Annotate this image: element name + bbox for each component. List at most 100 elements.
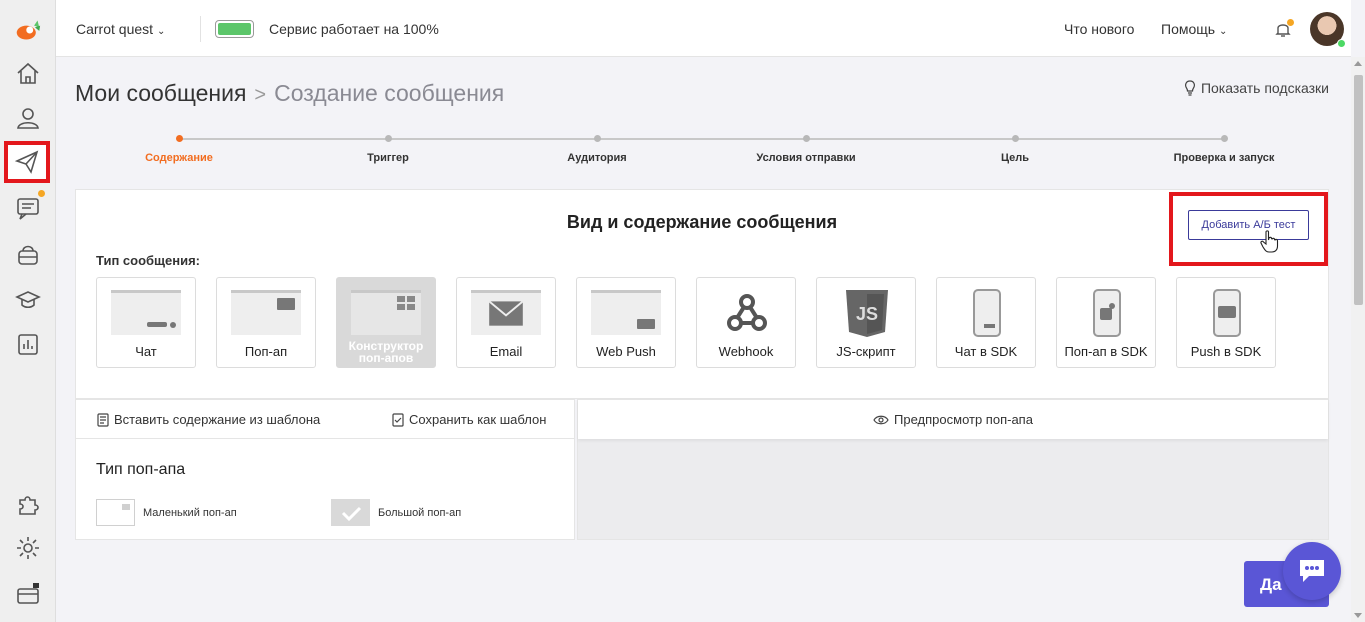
type-webhook[interactable]: Webhook bbox=[696, 277, 796, 368]
scroll-thumb[interactable] bbox=[1354, 75, 1363, 305]
step-audience[interactable]: Аудитория bbox=[567, 152, 626, 164]
integrations-icon[interactable] bbox=[8, 484, 48, 524]
breadcrumb: Мои сообщения > Создание сообщения bbox=[75, 80, 504, 107]
js-icon: JS bbox=[846, 290, 888, 337]
reports-icon[interactable] bbox=[8, 324, 48, 364]
type-sdk-popup-label: Поп-ап в SDK bbox=[1064, 344, 1148, 359]
svg-text:JS: JS bbox=[856, 304, 878, 324]
messages-icon[interactable] bbox=[4, 141, 50, 183]
type-web-push[interactable]: Web Push bbox=[576, 277, 676, 368]
notification-dot bbox=[1287, 19, 1294, 26]
chevron-down-icon: ⌄ bbox=[1218, 26, 1228, 37]
type-popup-builder-label: Конструктор поп-апов bbox=[348, 339, 424, 365]
preview-toggle[interactable]: Предпросмотр поп-апа bbox=[578, 399, 1328, 439]
type-sdk-chat[interactable]: Чат в SDK bbox=[936, 277, 1036, 368]
billing-icon[interactable] bbox=[8, 574, 48, 614]
big-popup-label: Большой поп-ап bbox=[378, 506, 462, 519]
type-popup-builder[interactable]: Конструктор поп-апов bbox=[336, 277, 436, 368]
type-email[interactable]: Email bbox=[456, 277, 556, 368]
top-bar: Carrot quest ⌄ Сервис работает на 100% Ч… bbox=[56, 0, 1351, 57]
support-chat-button[interactable] bbox=[1283, 542, 1341, 600]
type-popup-label: Поп-ап bbox=[244, 344, 288, 359]
message-content-card: Вид и содержание сообщения Добавить А/Б … bbox=[75, 189, 1329, 399]
type-chat-label: Чат bbox=[135, 344, 157, 359]
scroll-down-arrow[interactable] bbox=[1354, 613, 1362, 618]
small-popup-thumbnail bbox=[96, 499, 135, 526]
whats-new-link[interactable]: Что нового bbox=[1064, 21, 1134, 37]
breadcrumb-separator: > bbox=[254, 84, 267, 106]
settings-icon[interactable] bbox=[8, 528, 48, 568]
help-menu[interactable]: Помощь ⌄ bbox=[1161, 21, 1227, 37]
page-scrollbar[interactable] bbox=[1351, 57, 1365, 622]
show-hints-link[interactable]: Показать подсказки bbox=[1183, 80, 1329, 96]
type-js-script[interactable]: JS JS-скрипт bbox=[816, 277, 916, 368]
user-avatar[interactable] bbox=[1310, 12, 1346, 48]
step-goal[interactable]: Цель bbox=[1001, 152, 1029, 164]
save-template-icon bbox=[392, 412, 404, 427]
type-sdk-chat-label: Чат в SDK bbox=[954, 344, 1018, 359]
service-status-icon bbox=[215, 20, 254, 38]
insert-template-button[interactable]: Вставить содержание из шаблона bbox=[96, 412, 320, 427]
save-template-button[interactable]: Сохранить как шаблон bbox=[391, 412, 546, 427]
breadcrumb-my-messages[interactable]: Мои сообщения bbox=[75, 80, 246, 106]
eye-icon bbox=[873, 415, 889, 424]
chat-preview-icon bbox=[111, 290, 181, 335]
save-template-label: Сохранить как шаблон bbox=[409, 412, 547, 427]
webhook-icon bbox=[727, 294, 767, 331]
preview-label: Предпросмотр поп-апа bbox=[894, 412, 1033, 427]
type-web-push-label: Web Push bbox=[596, 344, 656, 359]
type-chat[interactable]: Чат bbox=[96, 277, 196, 368]
insert-template-label: Вставить содержание из шаблона bbox=[114, 412, 321, 427]
email-icon bbox=[471, 290, 541, 335]
type-sdk-push-label: Push в SDK bbox=[1190, 344, 1262, 359]
bot-icon[interactable] bbox=[8, 235, 48, 275]
conversations-icon[interactable] bbox=[8, 188, 48, 228]
popup-builder-icon bbox=[351, 290, 421, 335]
popup-preview-panel: Предпросмотр поп-апа bbox=[577, 399, 1329, 540]
notifications-bell-icon[interactable] bbox=[1273, 19, 1294, 39]
divider bbox=[200, 16, 201, 42]
sdk-chat-icon bbox=[973, 289, 1001, 337]
show-hints-label: Показать подсказки bbox=[1200, 80, 1329, 96]
step-send-conditions[interactable]: Условия отправки bbox=[756, 152, 855, 164]
type-sdk-push[interactable]: Push в SDK bbox=[1176, 277, 1276, 368]
big-popup-thumbnail bbox=[331, 499, 370, 526]
scroll-up-arrow[interactable] bbox=[1354, 61, 1362, 66]
step-content[interactable]: Содержание bbox=[145, 152, 213, 164]
service-status-text: Сервис работает на 100% bbox=[269, 21, 439, 37]
step-dot-review bbox=[1221, 135, 1228, 142]
sdk-push-icon bbox=[1213, 289, 1241, 337]
step-review-launch[interactable]: Проверка и запуск bbox=[1174, 152, 1275, 164]
type-email-label: Email bbox=[489, 344, 523, 359]
users-icon[interactable] bbox=[8, 98, 48, 138]
sidebar bbox=[0, 0, 56, 622]
hand-cursor-icon bbox=[1260, 230, 1279, 253]
message-type-label: Тип сообщения: bbox=[96, 253, 200, 268]
chat-bubble-icon bbox=[1300, 560, 1324, 582]
small-popup-option[interactable]: Маленький поп-ап bbox=[96, 499, 237, 526]
lightbulb-icon bbox=[1184, 80, 1195, 96]
type-popup[interactable]: Поп-ап bbox=[216, 277, 316, 368]
popup-type-title: Тип поп-апа bbox=[96, 461, 186, 478]
big-popup-option[interactable]: Большой поп-ап bbox=[331, 499, 461, 526]
message-type-list: Чат Поп-ап Конструктор поп-апов Email We… bbox=[96, 277, 1276, 368]
add-ab-test-button[interactable]: Добавить А/Б тест bbox=[1188, 210, 1309, 240]
project-selector[interactable]: Carrot quest ⌄ bbox=[76, 21, 165, 37]
breadcrumb-create-message: Создание сообщения bbox=[274, 80, 505, 106]
type-sdk-popup[interactable]: Поп-ап в SDK bbox=[1056, 277, 1156, 368]
stepper-line bbox=[180, 138, 1225, 140]
sdk-popup-icon bbox=[1093, 289, 1121, 337]
step-dot-goal bbox=[1012, 135, 1019, 142]
carrot-logo-icon[interactable] bbox=[8, 10, 48, 50]
template-icon bbox=[97, 412, 109, 427]
online-indicator bbox=[1337, 39, 1346, 48]
academy-icon[interactable] bbox=[8, 280, 48, 320]
step-dot-audience bbox=[594, 135, 601, 142]
help-label: Помощь bbox=[1161, 21, 1216, 37]
step-trigger[interactable]: Триггер bbox=[367, 152, 409, 164]
popup-preview-icon bbox=[231, 290, 301, 335]
home-icon[interactable] bbox=[8, 54, 48, 94]
step-dot-conditions bbox=[803, 135, 810, 142]
checkmark-icon bbox=[341, 506, 362, 522]
type-webhook-label: Webhook bbox=[718, 344, 774, 359]
